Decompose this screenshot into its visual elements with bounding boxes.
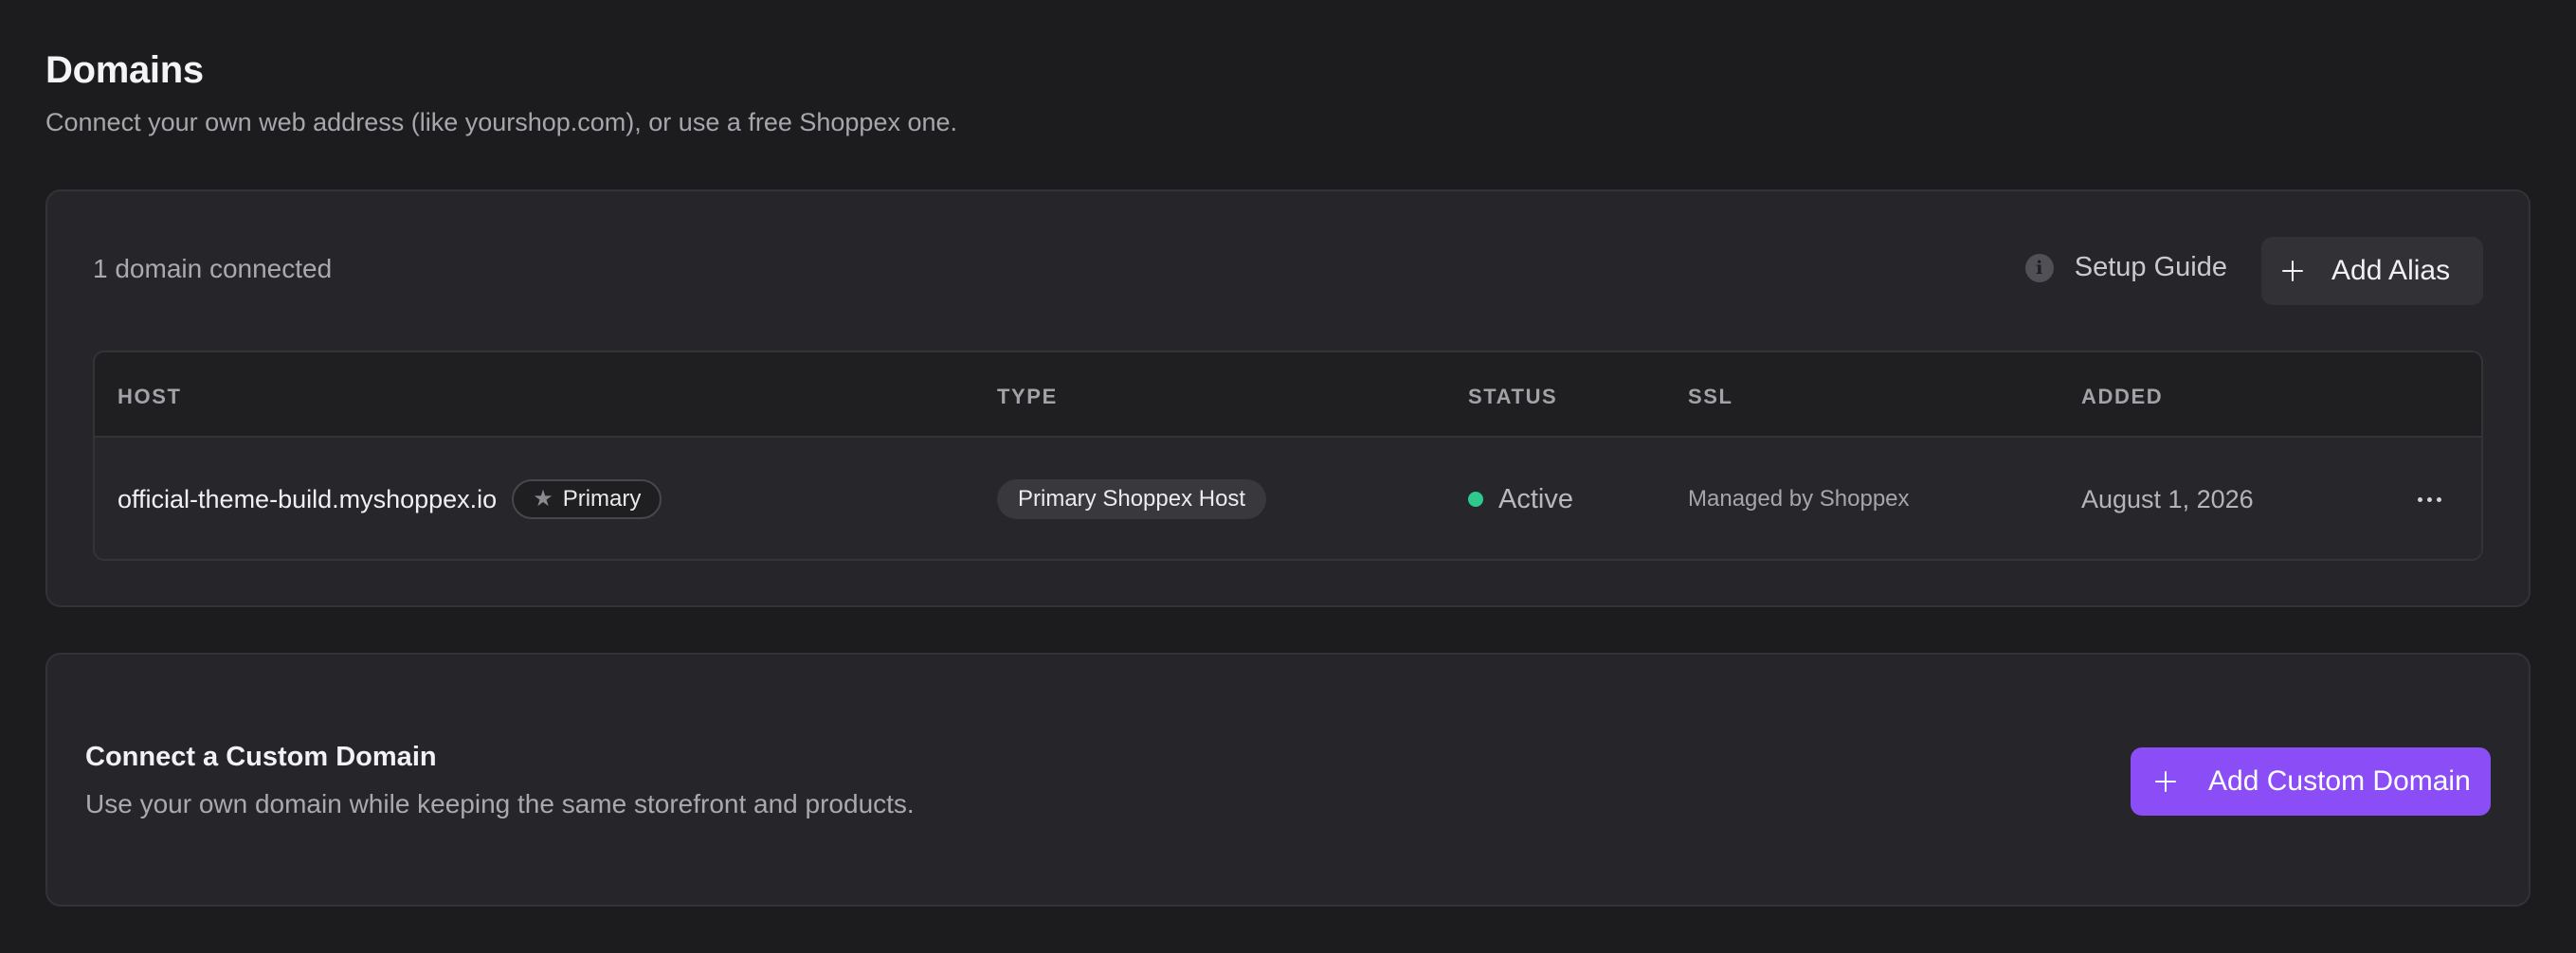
plus-icon — [2155, 771, 2176, 792]
setup-guide-link[interactable]: i Setup Guide — [2024, 252, 2227, 283]
status-text: Active — [1498, 483, 1573, 514]
page-subtitle: Connect your own web address (like yours… — [45, 108, 958, 136]
added-date: August 1, 2026 — [2081, 484, 2254, 513]
add-alias-button[interactable]: Add Alias — [2261, 237, 2483, 305]
setup-guide-label: Setup Guide — [2074, 252, 2227, 282]
type-cell: Primary Shoppex Host — [997, 438, 1267, 559]
add-custom-domain-button[interactable]: Add Custom Domain — [2131, 747, 2491, 816]
custom-domain-title: Connect a Custom Domain — [85, 742, 437, 772]
host-cell: official-theme-build.myshoppex.io ★ Prim… — [118, 438, 662, 559]
table-row: official-theme-build.myshoppex.io ★ Prim… — [95, 438, 2481, 559]
ssl-cell: Managed by Shoppex — [1688, 438, 1910, 559]
column-header-host: HOST — [118, 385, 182, 408]
primary-badge: ★ Primary — [512, 479, 662, 519]
host-name[interactable]: official-theme-build.myshoppex.io — [118, 485, 497, 514]
custom-domain-card: Connect a Custom Domain Use your own dom… — [45, 653, 2531, 907]
ssl-text: Managed by Shoppex — [1688, 486, 1910, 512]
column-header-ssl: SSL — [1688, 385, 1733, 408]
info-icon: i — [2024, 253, 2054, 282]
column-header-status: STATUS — [1468, 385, 1558, 408]
add-custom-domain-label: Add Custom Domain — [2208, 765, 2471, 797]
column-header-type: TYPE — [997, 385, 1058, 408]
column-header-added: ADDED — [2081, 385, 2164, 408]
add-alias-label: Add Alias — [2331, 255, 2451, 286]
domain-count: 1 domain connected — [93, 254, 333, 283]
status-dot-icon — [1468, 492, 1483, 507]
domains-page: Domains Connect your own web address (li… — [0, 0, 2576, 953]
domains-card: 1 domain connected i Setup Guide Add Ali… — [45, 189, 2531, 607]
table-header: HOST TYPE STATUS SSL ADDED — [95, 352, 2481, 438]
domains-table: HOST TYPE STATUS SSL ADDED official-them… — [93, 351, 2483, 561]
added-cell: August 1, 2026 — [2081, 438, 2254, 559]
type-badge: Primary Shoppex Host — [997, 479, 1267, 519]
primary-badge-label: Primary — [562, 486, 642, 512]
custom-domain-description: Use your own domain while keeping the sa… — [85, 789, 915, 818]
page-title: Domains — [45, 49, 204, 91]
plus-icon — [2282, 261, 2303, 281]
star-icon: ★ — [533, 486, 553, 512]
more-horizontal-icon[interactable] — [2414, 438, 2445, 559]
status-cell: Active — [1468, 438, 1573, 559]
